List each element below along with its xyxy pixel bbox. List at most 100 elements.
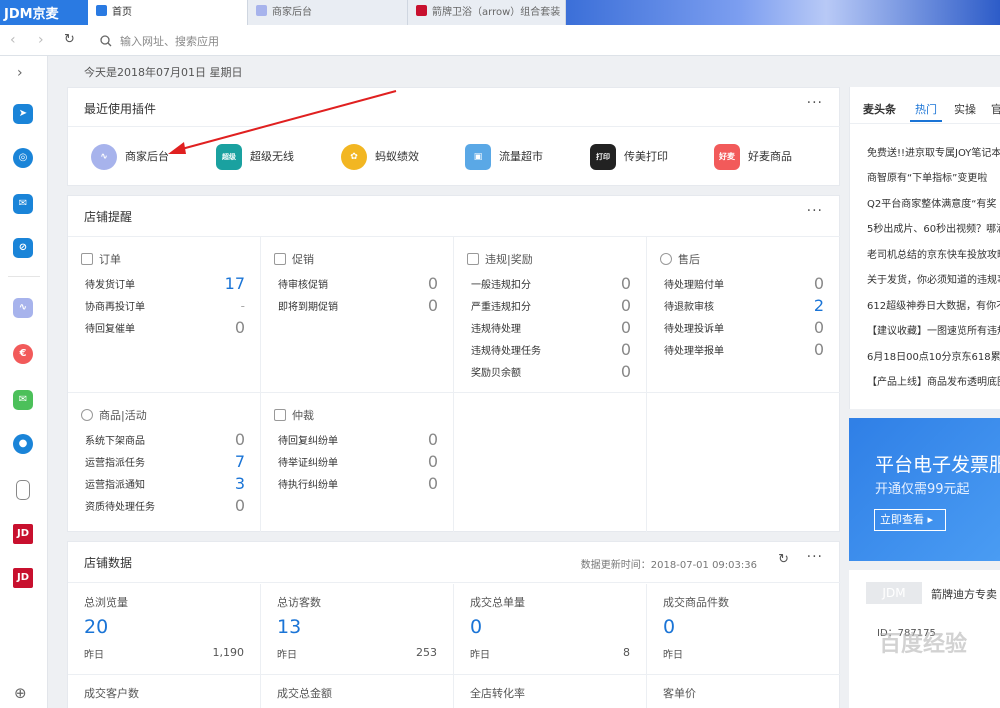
sidebar-mail-icon[interactable]: ✉	[13, 194, 33, 214]
expand-sidebar-icon[interactable]: ›	[17, 65, 23, 81]
reminder-row[interactable]: 严重违规扣分 0	[471, 297, 631, 317]
refresh-data-icon[interactable]: ↻	[778, 552, 789, 567]
tab-merchant-backend[interactable]: 商家后台	[248, 0, 408, 25]
tab-label: 箭牌卫浴（arrow）组合套装	[432, 7, 561, 18]
reminder-row[interactable]: 违规待处理任务 0	[471, 341, 631, 361]
sidebar-link-icon[interactable]: ⊘	[13, 238, 33, 258]
news-item[interactable]: 【建议收藏】一图速览所有违规	[867, 322, 1000, 337]
card-title: 店铺数据	[84, 556, 133, 570]
metric-total-orders[interactable]: 成交总单量 0 昨日 8	[454, 584, 647, 674]
sidebar-divider	[8, 276, 40, 277]
news-item[interactable]: 6月18日00点10分京东618累计	[867, 348, 1000, 363]
group-title: 违规|奖励	[467, 251, 533, 267]
group-title: 售后	[660, 251, 700, 267]
news-item[interactable]: 免费送!!进京取专属JOY笔记本	[867, 144, 1000, 159]
tab-practice[interactable]: 实操	[954, 101, 976, 117]
metric-avg-order-value[interactable]: 客单价	[647, 675, 840, 708]
reminder-row[interactable]: 运营指派任务 7	[85, 453, 245, 473]
reminder-row[interactable]: 待处理举报单 0	[664, 341, 824, 361]
news-item[interactable]: 【产品上线】商品发布透明底图	[867, 373, 1000, 388]
sidebar-jd-icon[interactable]: JD	[13, 524, 33, 544]
invoice-ad-banner[interactable]: 平台电子发票服 开通仅需99元起 立即查看 ▸	[849, 418, 1000, 561]
tab-hot[interactable]: 热门	[915, 101, 937, 117]
reminder-row[interactable]: 待回复催单 0	[85, 319, 245, 339]
divider	[68, 582, 841, 583]
news-item[interactable]: 612超级神券日大数据，有你不	[867, 297, 1000, 312]
reminder-row[interactable]: 待执行纠纷单 0	[278, 475, 438, 495]
metric-items-sold[interactable]: 成交商品件数 0 昨日	[647, 584, 840, 674]
refresh-icon[interactable]: ↻	[64, 32, 75, 47]
news-item[interactable]: 老司机总结的京东快车投放攻略	[867, 246, 1000, 261]
tab-bar: JDM京麦 首页 商家后台 箭牌卫浴（arrow）组合套装	[0, 0, 1000, 25]
reminder-row[interactable]: 待回复纠纷单 0	[278, 431, 438, 451]
tab-official[interactable]: 官	[991, 101, 1000, 117]
add-app-icon[interactable]: ⊕	[14, 684, 27, 702]
group-title: 商品|活动	[81, 407, 147, 423]
reminder-row[interactable]: 运营指派通知 3	[85, 475, 245, 495]
ad-subtitle: 开通仅需99元起	[875, 482, 970, 497]
tab-label: 商家后台	[272, 7, 312, 18]
view-now-button[interactable]: 立即查看 ▸	[874, 509, 946, 531]
app-logo: JDM京麦	[4, 7, 59, 22]
shop-reminders-card: 店铺提醒 ··· 订单 待发货订单 17 协商再投订单 - 待回复催单 0 促销 待审…	[67, 195, 841, 532]
date-text: 今天是2018年07月01日 星期日	[84, 66, 243, 79]
card-title: 店铺提醒	[84, 210, 133, 224]
reminder-row[interactable]: 待处理赔付单 0	[664, 275, 824, 295]
plugin-print[interactable]: 打印 传美打印	[590, 144, 668, 170]
ad-title: 平台电子发票服	[875, 454, 1000, 476]
arbitration-icon	[274, 409, 286, 421]
reminder-row[interactable]: 待处理投诉单 0	[664, 319, 824, 339]
shop-info-card: JDM 箭牌迪方专卖 ID：787175 百度经验	[849, 570, 1000, 708]
reminder-row[interactable]: 违规待处理 0	[471, 319, 631, 339]
sidebar-jd-icon[interactable]: JD	[13, 568, 33, 588]
reminder-row[interactable]: 待发货订单 17	[85, 275, 245, 295]
print-icon: 打印	[590, 144, 616, 170]
group-title: 订单	[81, 251, 121, 267]
reminder-row[interactable]: 待审核促销 0	[278, 275, 438, 295]
reminder-row[interactable]: 协商再投订单 -	[85, 299, 245, 317]
tab-product-page[interactable]: 箭牌卫浴（arrow）组合套装	[408, 0, 566, 25]
more-icon[interactable]: ···	[807, 203, 823, 219]
reminder-group-arbitration: 仲裁 待回复纠纷单 0 待举证纠纷单 0 待执行纠纷单 0	[261, 393, 454, 532]
metric-total-visitors[interactable]: 总访客数 13 昨日 253	[261, 584, 454, 674]
sidebar-globe-icon[interactable]: ◎	[13, 148, 33, 168]
plugin-good-goods[interactable]: 好麦 好麦商品	[714, 144, 792, 170]
reminder-row[interactable]: 待退款审核 2	[664, 297, 824, 317]
card-title: 最近使用插件	[84, 102, 157, 116]
reminder-row[interactable]: 即将到期促销 0	[278, 297, 438, 317]
news-item[interactable]: Q2平台商家整体满意度“有奖	[867, 195, 996, 210]
home-icon	[96, 5, 107, 16]
more-icon[interactable]: ···	[807, 95, 823, 111]
shop-name[interactable]: 箭牌迪方专卖	[931, 586, 997, 602]
order-icon	[81, 253, 93, 265]
forward-icon[interactable]: ›	[38, 32, 44, 48]
sidebar-ball-icon[interactable]: ●	[13, 434, 33, 454]
address-input[interactable]: 输入网址、搜索应用	[100, 33, 219, 49]
reminder-row[interactable]: 奖励贝余额 0	[471, 363, 631, 383]
news-item[interactable]: 关于发货，你必须知道的违规事	[867, 271, 1000, 286]
plugin-merchant-backend[interactable]: ∿ 商家后台	[91, 144, 169, 170]
search-icon	[100, 35, 112, 47]
metric-total-views[interactable]: 总浏览量 20 昨日 1,190	[68, 584, 261, 674]
back-icon[interactable]: ‹	[10, 32, 16, 48]
plugin-traffic-market[interactable]: ▣ 流量超市	[465, 144, 543, 170]
reminder-row[interactable]: 一般违规扣分 0	[471, 275, 631, 295]
sidebar-chart-icon[interactable]: ∿	[13, 298, 33, 318]
sidebar-message-icon[interactable]: ✉	[13, 390, 33, 410]
chart-icon: ∿	[91, 144, 117, 170]
reminder-row[interactable]: 资质待处理任务 0	[85, 497, 245, 517]
more-icon[interactable]: ···	[807, 549, 823, 565]
group-title: 促销	[274, 251, 314, 267]
metric-conversion-rate[interactable]: 全店转化率	[454, 675, 647, 708]
metric-total-amount[interactable]: 成交总金额	[261, 675, 454, 708]
metric-customers[interactable]: 成交客户数	[68, 675, 261, 708]
sidebar: › ➤ ◎ ✉ ⊘ ∿ € ✉ ● JD JD ⊕	[0, 56, 48, 708]
reminder-row[interactable]: 待举证纠纷单 0	[278, 453, 438, 473]
sidebar-app-1-icon[interactable]: ➤	[13, 104, 33, 124]
news-item[interactable]: 5秒出成片、60秒出视频？哪滴	[867, 220, 1000, 235]
sidebar-document-icon[interactable]	[16, 480, 30, 500]
news-item[interactable]: 商智原有“下单指标”变更啦	[867, 169, 987, 184]
reminder-row[interactable]: 系统下架商品 0	[85, 431, 245, 451]
sidebar-coupon-icon[interactable]: €	[13, 344, 33, 364]
tab-home[interactable]: 首页	[88, 0, 248, 25]
